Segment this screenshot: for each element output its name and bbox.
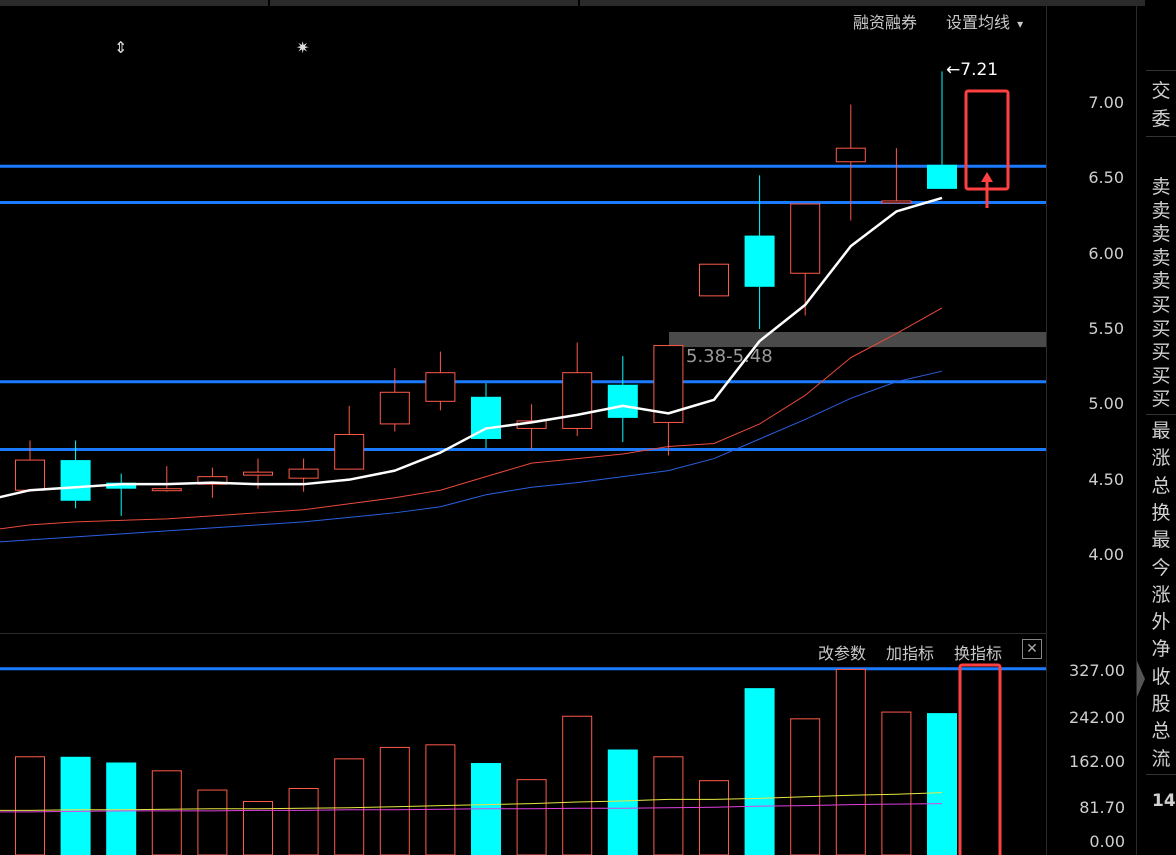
candle-body-18 xyxy=(835,147,866,163)
side-divider xyxy=(1146,774,1176,775)
side-tab-item[interactable]: 交 xyxy=(1146,78,1176,104)
event-marker-icon[interactable]: ⇕ xyxy=(114,38,127,57)
price-tick-label: 7.00 xyxy=(1088,93,1124,112)
side-tab-item[interactable]: 委 xyxy=(1146,106,1176,132)
annotation-arrow-head xyxy=(981,172,993,182)
volume-bar-18 xyxy=(835,668,866,855)
volume-tick-label: 327.00 xyxy=(1069,661,1125,680)
volume-bar-17 xyxy=(790,718,821,855)
order-book-label: 买 xyxy=(1151,388,1171,411)
high-price-marker: ←7.21 xyxy=(946,60,998,80)
volume-tick-label: 0.00 xyxy=(1089,832,1125,851)
quote-bottom-value: 14 xyxy=(1152,791,1176,811)
volume-bar-8 xyxy=(379,746,410,855)
volume-bar-12 xyxy=(562,715,593,855)
volume-bar-16 xyxy=(744,688,775,855)
add-indicator-button[interactable]: 加指标 xyxy=(886,640,934,664)
volume-bar-3 xyxy=(151,770,182,855)
candle-body-15 xyxy=(699,263,729,297)
quote-side-panel: 交委卖卖卖卖卖买买买买买最涨总换最今涨外净收股总流 14 xyxy=(1146,6,1176,855)
volume-bar-2 xyxy=(106,762,137,855)
candle-body-9 xyxy=(425,372,456,402)
volume-bar-6 xyxy=(288,787,319,855)
quote-info-label: 最 xyxy=(1151,420,1171,442)
order-book-label: 卖 xyxy=(1151,199,1171,222)
volume-tick-label: 81.70 xyxy=(1079,798,1125,817)
volume-bar-11 xyxy=(516,779,547,855)
side-divider xyxy=(1146,414,1176,415)
modify-params-button[interactable]: 改参数 xyxy=(818,640,866,664)
price-tick-label: 4.00 xyxy=(1088,545,1124,564)
price-tick-label: 6.50 xyxy=(1088,168,1124,188)
candle-body-20 xyxy=(927,164,957,189)
candle-body-0 xyxy=(15,459,45,491)
price-tick-label: 5.50 xyxy=(1088,319,1124,338)
quote-info-label: 外 xyxy=(1151,611,1171,634)
volume-bar-15 xyxy=(699,780,729,855)
close-icon: ✕ xyxy=(1026,641,1038,657)
price-tick-label: 4.50 xyxy=(1088,469,1124,489)
quote-info-label: 涨 xyxy=(1151,583,1171,606)
axis-separator xyxy=(1046,6,1047,855)
volume-tick-label: 242.00 xyxy=(1069,708,1125,727)
collapse-panel-arrow-icon[interactable] xyxy=(1137,661,1145,697)
highlight-box-volume xyxy=(958,663,1002,855)
quote-info-label: 换 xyxy=(1151,501,1171,524)
order-book-label: 买 xyxy=(1151,317,1171,340)
candle-body-1 xyxy=(60,460,91,501)
order-book-label: 买 xyxy=(1151,294,1171,316)
volume-bar-1 xyxy=(60,756,91,855)
candle-body-8 xyxy=(379,391,410,425)
volume-bar-4 xyxy=(197,789,228,855)
candle-body-13 xyxy=(607,384,638,418)
candle-body-3 xyxy=(151,488,182,492)
volume-bar-14 xyxy=(653,756,684,855)
quote-info-label: 今 xyxy=(1151,556,1171,579)
volume-bar-5 xyxy=(243,800,273,855)
volume-bar-13 xyxy=(607,749,638,855)
candle-body-16 xyxy=(744,235,775,287)
volume-bar-0 xyxy=(15,756,45,855)
side-divider xyxy=(1146,136,1176,137)
close-indicator-button[interactable]: ✕ xyxy=(1022,639,1042,659)
order-book-label: 卖 xyxy=(1151,176,1171,198)
volume-bar-9 xyxy=(425,744,456,855)
volume-bar-7 xyxy=(334,758,365,855)
quote-info-label: 总 xyxy=(1151,720,1171,743)
quote-info-label: 收 xyxy=(1151,665,1171,688)
switch-indicator-button[interactable]: 换指标 xyxy=(954,640,1002,664)
order-book-label: 买 xyxy=(1151,341,1171,364)
candle-body-7 xyxy=(334,433,365,470)
price-tick-label: 6.00 xyxy=(1088,243,1124,263)
price-chart[interactable] xyxy=(0,0,1046,633)
candle-body-19 xyxy=(881,200,912,204)
price-tick-label: 5.00 xyxy=(1088,394,1124,414)
left-arrow-icon: ← xyxy=(946,60,961,80)
quote-info-label: 总 xyxy=(1151,474,1171,497)
volume-bar-20 xyxy=(927,713,957,855)
volume-tick-label: 162.00 xyxy=(1069,752,1125,771)
event-marker-icon-2[interactable]: ✷ xyxy=(296,38,309,57)
range-band xyxy=(669,332,1046,348)
quote-info-label: 涨 xyxy=(1151,447,1171,470)
candle-body-12 xyxy=(562,372,593,429)
volume-chart[interactable] xyxy=(0,633,1046,855)
candle-body-5 xyxy=(243,471,273,476)
candle-body-17 xyxy=(790,203,821,274)
quote-info-label: 股 xyxy=(1151,693,1171,715)
side-divider xyxy=(1146,70,1176,71)
pane-divider xyxy=(0,633,1046,634)
order-book-label: 卖 xyxy=(1151,270,1171,293)
range-band-label: 5.38-5.48 xyxy=(686,346,773,367)
order-book-label: 买 xyxy=(1151,364,1171,387)
order-book-label: 卖 xyxy=(1151,223,1171,246)
quote-info-label: 最 xyxy=(1151,529,1171,552)
quote-info-label: 净 xyxy=(1151,638,1171,661)
order-book-label: 卖 xyxy=(1151,246,1171,269)
candle-body-6 xyxy=(288,468,319,479)
volume-bar-19 xyxy=(881,711,912,855)
high-price-value: 7.21 xyxy=(960,60,999,80)
panel-separator xyxy=(1136,6,1137,855)
quote-info-label: 流 xyxy=(1151,747,1171,770)
